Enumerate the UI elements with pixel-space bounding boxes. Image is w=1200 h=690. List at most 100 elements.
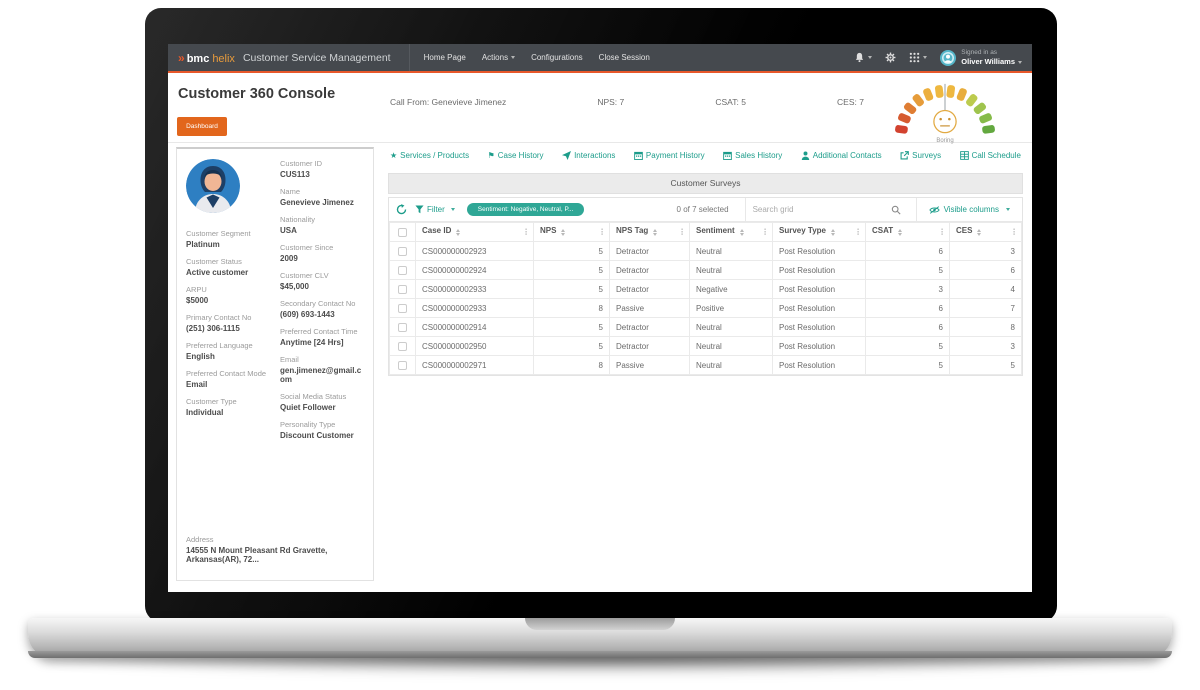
card-field-customer-type: Customer TypeIndividual: [186, 397, 270, 417]
row-select-cell[interactable]: [390, 261, 416, 280]
user-menu[interactable]: Signed in as Oliver Williams: [940, 49, 1022, 67]
tab-payment-history[interactable]: Payment History: [634, 151, 705, 160]
tab-services-products[interactable]: ★Services / Products: [390, 151, 469, 160]
table-row[interactable]: CS0000000029235DetractorNeutralPost Reso…: [390, 242, 1022, 261]
table-row[interactable]: CS0000000029505DetractorNeutralPost Reso…: [390, 337, 1022, 356]
column-header-csat[interactable]: CSAT⋮: [866, 223, 950, 242]
cell-ces: 5: [950, 356, 1022, 375]
schedule-icon: [960, 151, 969, 160]
field-value: Individual: [186, 408, 270, 417]
card-field-social-media-status: Social Media StatusQuiet Follower: [280, 392, 364, 412]
nav-menu-close-session[interactable]: Close Session: [599, 53, 650, 62]
tab-sales-history[interactable]: Sales History: [723, 151, 782, 160]
row-checkbox[interactable]: [398, 247, 407, 256]
field-value: Discount Customer: [280, 431, 364, 440]
column-menu-icon[interactable]: ⋮: [854, 228, 862, 237]
field-label: Preferred Language: [186, 341, 270, 350]
column-header-case-id[interactable]: Case ID⋮: [416, 223, 534, 242]
card-field-arpu: ARPU$5000: [186, 285, 270, 305]
selection-status: 0 of 7 selected: [677, 205, 729, 214]
sort-icon[interactable]: [653, 227, 657, 238]
select-all-checkbox[interactable]: [398, 228, 407, 237]
cell-case-id: CS000000002914: [416, 318, 534, 337]
sort-icon[interactable]: [977, 227, 981, 238]
panel-title: Customer Surveys: [388, 173, 1023, 194]
search-box: [745, 198, 908, 221]
column-header-label: Survey Type: [779, 226, 826, 235]
nav-menu-actions[interactable]: Actions: [482, 53, 515, 62]
field-label: Secondary Contact No: [280, 299, 364, 308]
row-checkbox[interactable]: [398, 323, 407, 332]
field-value: Email: [186, 380, 270, 389]
flag-icon: ⚑: [488, 151, 495, 160]
chevron-down-icon: [1018, 61, 1022, 64]
tab-interactions[interactable]: Interactions: [562, 151, 615, 160]
nav-menu-home-page[interactable]: Home Page: [424, 53, 466, 62]
field-label: ARPU: [186, 285, 270, 294]
apps-grid-icon[interactable]: [909, 52, 927, 63]
external-link-icon: [900, 151, 909, 160]
tab-additional-contacts[interactable]: Additional Contacts: [801, 151, 882, 160]
nav-menu-configurations[interactable]: Configurations: [531, 53, 583, 62]
row-checkbox[interactable]: [398, 304, 407, 313]
sort-icon[interactable]: [740, 227, 744, 238]
cell-nps-tag: Detractor: [610, 337, 690, 356]
row-checkbox[interactable]: [398, 266, 407, 275]
row-select-cell[interactable]: [390, 337, 416, 356]
filter-button[interactable]: Filter: [415, 205, 455, 214]
dashboard-button[interactable]: Dashboard: [177, 117, 227, 136]
search-icon[interactable]: [891, 205, 901, 215]
column-header-survey-type[interactable]: Survey Type ⋮: [773, 223, 866, 242]
column-header-sentiment[interactable]: Sentiment⋮: [690, 223, 773, 242]
table-row[interactable]: CS0000000029335DetractorNegativePost Res…: [390, 280, 1022, 299]
row-checkbox[interactable]: [398, 285, 407, 294]
laptop-lid-notch: [525, 618, 675, 630]
calendar-icon: [723, 151, 732, 160]
row-select-cell[interactable]: [390, 356, 416, 375]
gear-icon[interactable]: [885, 52, 896, 63]
sort-icon[interactable]: [898, 227, 902, 238]
table-row[interactable]: CS0000000029338PassivePositivePost Resol…: [390, 299, 1022, 318]
row-checkbox[interactable]: [398, 361, 407, 370]
row-select-cell[interactable]: [390, 242, 416, 261]
console-header: Customer 360 Console Dashboard Call From…: [168, 73, 1032, 143]
column-header-nps-tag[interactable]: NPS Tag⋮: [610, 223, 690, 242]
table-row[interactable]: CS0000000029718PassiveNeutralPost Resolu…: [390, 356, 1022, 375]
table-row[interactable]: CS0000000029145DetractorNeutralPost Reso…: [390, 318, 1022, 337]
column-menu-icon[interactable]: ⋮: [938, 228, 946, 237]
cell-nps-tag: Detractor: [610, 242, 690, 261]
cell-nps-tag: Passive: [610, 356, 690, 375]
tab-label: Services / Products: [400, 151, 469, 160]
field-value: (609) 693-1443: [280, 310, 364, 319]
tab-surveys[interactable]: Surveys: [900, 151, 941, 160]
filter-chip-sentiment[interactable]: Sentiment: Negative, Neutral, P...: [467, 203, 585, 216]
column-menu-icon[interactable]: ⋮: [678, 228, 686, 237]
column-header-nps[interactable]: NPS⋮: [534, 223, 610, 242]
visible-columns-button[interactable]: Visible columns: [916, 198, 1022, 221]
sort-icon[interactable]: [456, 227, 460, 238]
row-select-cell[interactable]: [390, 299, 416, 318]
column-menu-icon[interactable]: ⋮: [522, 228, 530, 237]
refresh-icon[interactable]: [396, 204, 407, 215]
sort-icon[interactable]: [561, 227, 565, 238]
column-menu-icon[interactable]: ⋮: [1010, 228, 1018, 237]
column-header-ces[interactable]: CES⋮: [950, 223, 1022, 242]
row-checkbox[interactable]: [398, 342, 407, 351]
row-select-cell[interactable]: [390, 318, 416, 337]
table-row[interactable]: CS0000000029245DetractorNeutralPost Reso…: [390, 261, 1022, 280]
column-menu-icon[interactable]: ⋮: [598, 228, 606, 237]
field-value: USA: [280, 226, 364, 235]
cell-ces: 3: [950, 337, 1022, 356]
card-field-preferred-contact-mode: Preferred Contact ModeEmail: [186, 369, 270, 389]
search-grid-input[interactable]: [753, 205, 891, 214]
cell-nps-tag: Passive: [610, 299, 690, 318]
tab-case-history[interactable]: ⚑Case History: [488, 151, 544, 160]
sort-icon[interactable]: [831, 227, 835, 238]
row-select-cell[interactable]: [390, 280, 416, 299]
select-all-cell[interactable]: [390, 223, 416, 242]
card-field-customer-status: Customer StatusActive customer: [186, 257, 270, 277]
field-label: Address: [186, 535, 364, 544]
bell-icon[interactable]: [854, 52, 872, 63]
tab-call-schedule[interactable]: Call Schedule: [960, 151, 1021, 160]
column-menu-icon[interactable]: ⋮: [761, 228, 769, 237]
